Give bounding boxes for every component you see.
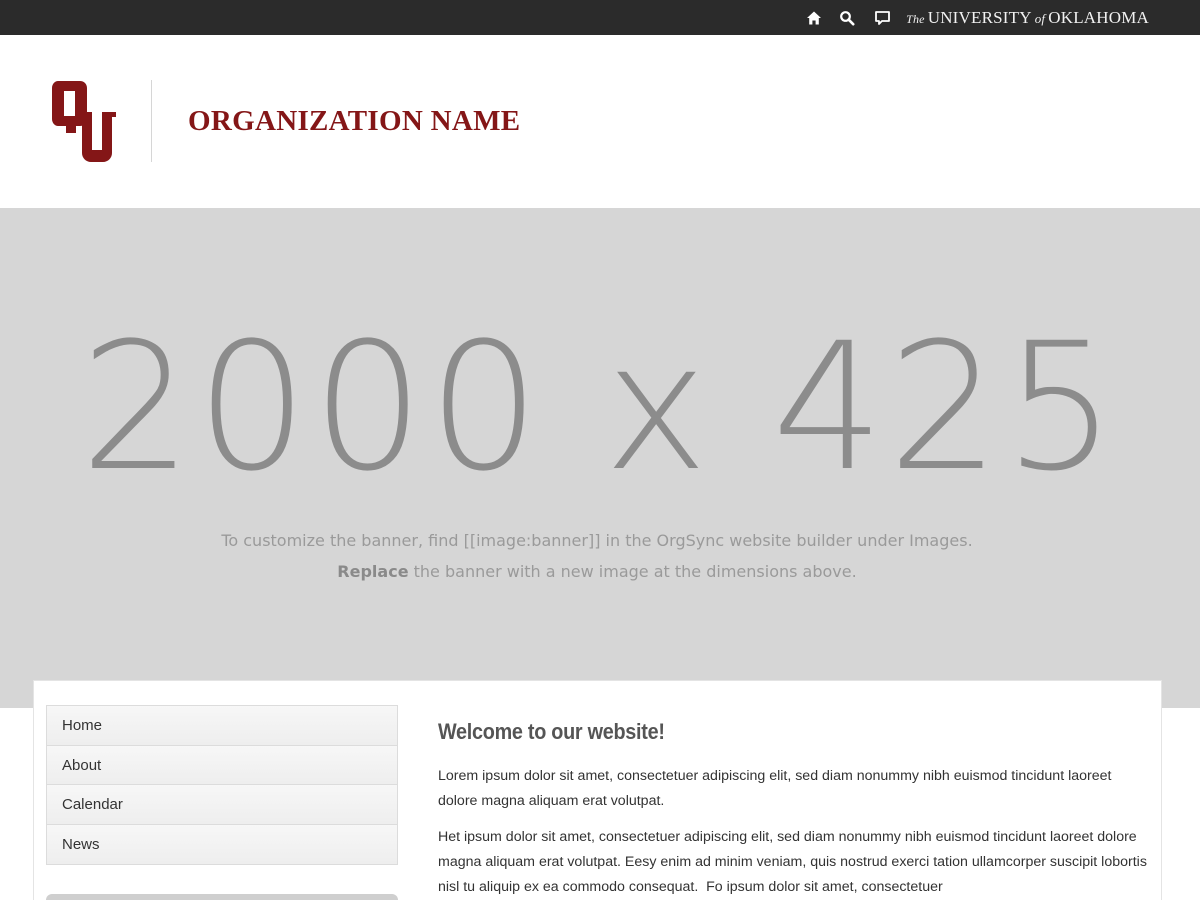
nav-item-about[interactable]: About (47, 745, 397, 785)
nav-item-news[interactable]: News (47, 824, 397, 864)
side-nav: Home About Calendar News (46, 705, 398, 865)
utility-bar: The UNIVERSITY of OKLAHOMA (0, 0, 1200, 35)
banner-instruction-2-rest: the banner with a new image at the dimen… (408, 562, 857, 581)
banner-dimensions: 2000 x 425 (80, 305, 1120, 510)
header-divider (151, 80, 152, 162)
university-word: UNIVERSITY (927, 7, 1032, 27)
banner-instruction-1: To customize the banner, find [[image:ba… (221, 531, 973, 550)
nav-item-calendar[interactable]: Calendar (47, 785, 397, 825)
body-paragraph: Het ipsum dolor sit amet, consectetuer a… (438, 829, 1151, 895)
banner-instruction-2: Replace the banner with a new image at t… (0, 562, 1200, 581)
university-prefix: The (906, 11, 925, 26)
search-icon[interactable] (838, 9, 856, 27)
chat-icon[interactable] (873, 9, 891, 27)
content-card: Home About Calendar News Welcome to our … (33, 680, 1162, 900)
home-icon[interactable] (805, 9, 823, 27)
site-header: ORGANIZATION NAME (0, 35, 1200, 208)
university-link[interactable]: The UNIVERSITY of OKLAHOMA (906, 8, 1149, 28)
university-of: of (1034, 10, 1046, 26)
university-state: OKLAHOMA (1048, 7, 1149, 27)
nav-item-home[interactable]: Home (47, 706, 397, 746)
ou-logo-icon[interactable] (52, 79, 116, 163)
sidebar-widget (46, 894, 398, 900)
main-content: Welcome to our website! Lorem ipsum dolo… (438, 719, 1148, 900)
page-title: Welcome to our website! (438, 719, 665, 744)
organization-name[interactable]: ORGANIZATION NAME (188, 105, 520, 138)
banner-placeholder: 2000 x 425 To customize the banner, find… (0, 208, 1200, 708)
intro-paragraph: Lorem ipsum dolor sit amet, consectetuer… (438, 768, 1116, 809)
banner-replace-word: Replace (337, 562, 409, 581)
